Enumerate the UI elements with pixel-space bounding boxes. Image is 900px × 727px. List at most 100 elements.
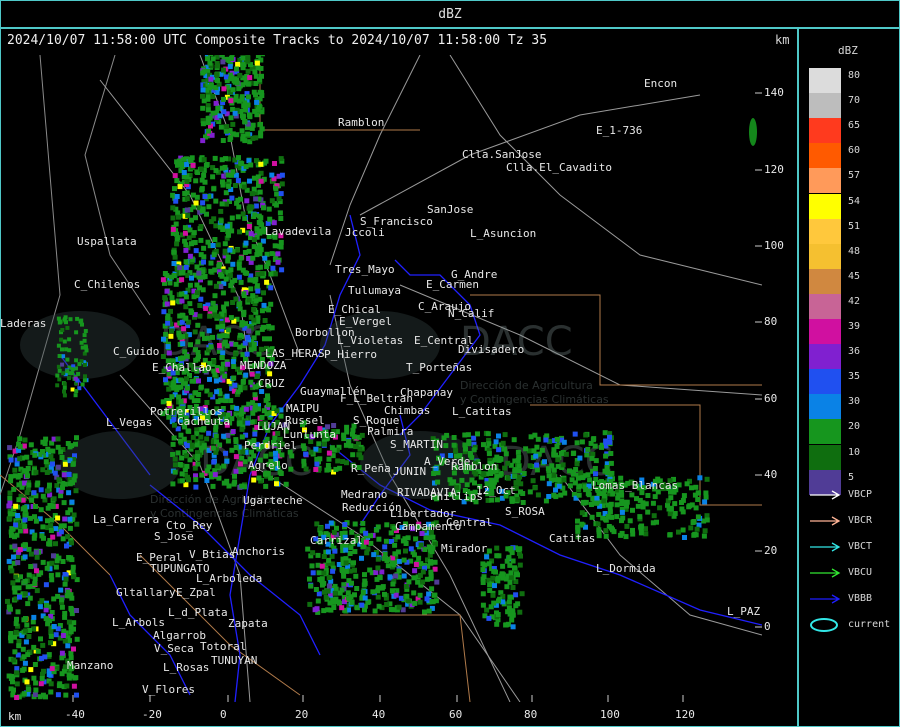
town-label: Gltallary xyxy=(116,586,176,599)
legend-swatch xyxy=(809,419,841,445)
legend-swatch xyxy=(809,319,841,344)
track-label: VBBB xyxy=(848,593,873,604)
radar-map[interactable]: DACCDACCDACCDACCDirección de Agricultura… xyxy=(0,55,762,702)
legend-swatch xyxy=(809,168,841,194)
legend-swatch xyxy=(809,444,841,470)
legend-level-label: 5 xyxy=(848,471,855,483)
legend-swatch xyxy=(809,293,841,319)
legend-level-label: 51 xyxy=(848,220,861,232)
town-label: R_Peña xyxy=(351,462,391,475)
legend-swatch xyxy=(809,118,841,144)
town-label: C_Chilenos xyxy=(74,278,140,291)
town-label: S_MARTIN xyxy=(390,438,443,451)
town-label: Clla.El_Cavadito xyxy=(506,161,612,174)
legend-swatch xyxy=(809,268,841,294)
town-label: Medrano xyxy=(341,488,387,501)
legend-level-label: 54 xyxy=(848,195,861,207)
legend-level-label: 57 xyxy=(848,170,861,182)
x-tick-label: 80 xyxy=(524,708,538,721)
town-label: Ramblon xyxy=(338,116,384,129)
town-label: S_ROSA xyxy=(505,505,545,518)
town-label: L_Catitas xyxy=(452,405,512,418)
town-label: Ugarteche xyxy=(243,494,303,507)
x-tick-label: 20 xyxy=(295,708,309,721)
town-label: JUNIN xyxy=(393,465,426,478)
track-arrow-icon xyxy=(810,542,841,552)
watermark-text: DACC xyxy=(460,319,573,365)
town-label: P_Hierro xyxy=(324,348,377,361)
legend-swatch xyxy=(809,143,841,169)
town-label: Divisadero xyxy=(458,343,524,356)
town-label: T_Porteñas xyxy=(406,361,472,374)
town-label: L_Arboleda xyxy=(196,572,262,585)
y-tick-label: 80 xyxy=(764,315,778,328)
title-bar: dBZ xyxy=(0,0,900,28)
track-arrow-icon xyxy=(810,568,841,578)
town-label: E_1-736 xyxy=(596,124,642,137)
legend-swatch xyxy=(809,218,841,244)
town-label: Carrizal xyxy=(310,534,363,547)
town-label: Palmira xyxy=(367,425,413,438)
town-label: Agrelo xyxy=(248,459,288,472)
legend-level-label: 45 xyxy=(848,270,861,282)
town-label: Encon xyxy=(644,77,677,90)
town-label: Catitas xyxy=(549,532,595,545)
town-label: L_d_Plata xyxy=(168,606,228,619)
window-title: dBZ xyxy=(438,7,462,22)
legend-level-label: 39 xyxy=(848,321,861,332)
legend-level-label: 48 xyxy=(848,245,861,257)
x-tick-label: -40 xyxy=(65,708,85,721)
y-tick-label: 20 xyxy=(764,544,778,557)
town-label: L_Rosas xyxy=(163,661,209,674)
town-label: Cacheuta xyxy=(177,415,230,428)
legend-level-label: 20 xyxy=(848,421,861,433)
x-tick-label: 60 xyxy=(449,708,463,721)
x-tick-label: 0 xyxy=(220,708,227,721)
track-arrow-icon xyxy=(810,516,841,526)
town-label: Campamento xyxy=(395,520,461,533)
town-label: L_PAZ xyxy=(727,605,760,618)
legend-level-label: 10 xyxy=(848,446,861,458)
legend-swatch xyxy=(809,93,841,119)
town-label: Ramblon xyxy=(451,460,497,473)
town-label: C_Guido xyxy=(113,345,159,358)
legend-level-label: 70 xyxy=(848,95,861,107)
watermark-subtitle: Dirección de Agricultura xyxy=(460,379,593,392)
town-label: L_Violetas xyxy=(337,334,403,347)
town-label: Algarrob xyxy=(153,629,206,642)
legend-swatch xyxy=(809,193,841,219)
y-tick-label: 60 xyxy=(764,392,778,405)
town-label: TUNUYAN xyxy=(211,654,257,667)
town-label: Lomas_Blancas xyxy=(592,479,678,492)
town-label: Laderas xyxy=(0,317,46,330)
x-tick-label: 120 xyxy=(675,708,695,721)
town-label: L_Dormida xyxy=(596,562,656,575)
legend-swatch xyxy=(809,68,841,93)
legend-title: dBZ xyxy=(838,44,858,57)
legend-level-label: 80 xyxy=(848,70,861,81)
town-label: L_Arbols xyxy=(112,616,165,629)
y-tick-label: 0 xyxy=(764,620,771,633)
legend-swatch xyxy=(809,344,841,370)
town-label: Lavadevila xyxy=(265,225,331,238)
town-label: Russel xyxy=(285,414,325,427)
town-label: CRUZ xyxy=(258,377,285,390)
town-label: Clla.SanJose xyxy=(462,148,541,161)
km-unit-bottom: km xyxy=(8,710,22,723)
town-label: N_Calif xyxy=(448,307,494,320)
town-label: MENDOZA xyxy=(240,359,287,372)
town-label: La_Carrera xyxy=(93,513,159,526)
legend-swatch xyxy=(809,394,841,420)
y-tick-label: 100 xyxy=(764,239,784,252)
legend-level-label: 60 xyxy=(848,145,861,157)
town-label: SanJose xyxy=(427,203,473,216)
composite-header: 2024/10/07 11:58:00 UTC Composite Tracks… xyxy=(7,33,548,48)
town-label: Anchoris xyxy=(232,545,285,558)
town-label: S_Jose xyxy=(154,530,194,543)
town-label: Perdriel xyxy=(244,439,297,452)
y-tick-label: 40 xyxy=(764,468,778,481)
town-label: L_Vegas xyxy=(106,416,152,429)
town-label: E_Carmen xyxy=(426,278,479,291)
town-label: E_Challao xyxy=(152,361,212,374)
legend-swatch xyxy=(809,243,841,269)
